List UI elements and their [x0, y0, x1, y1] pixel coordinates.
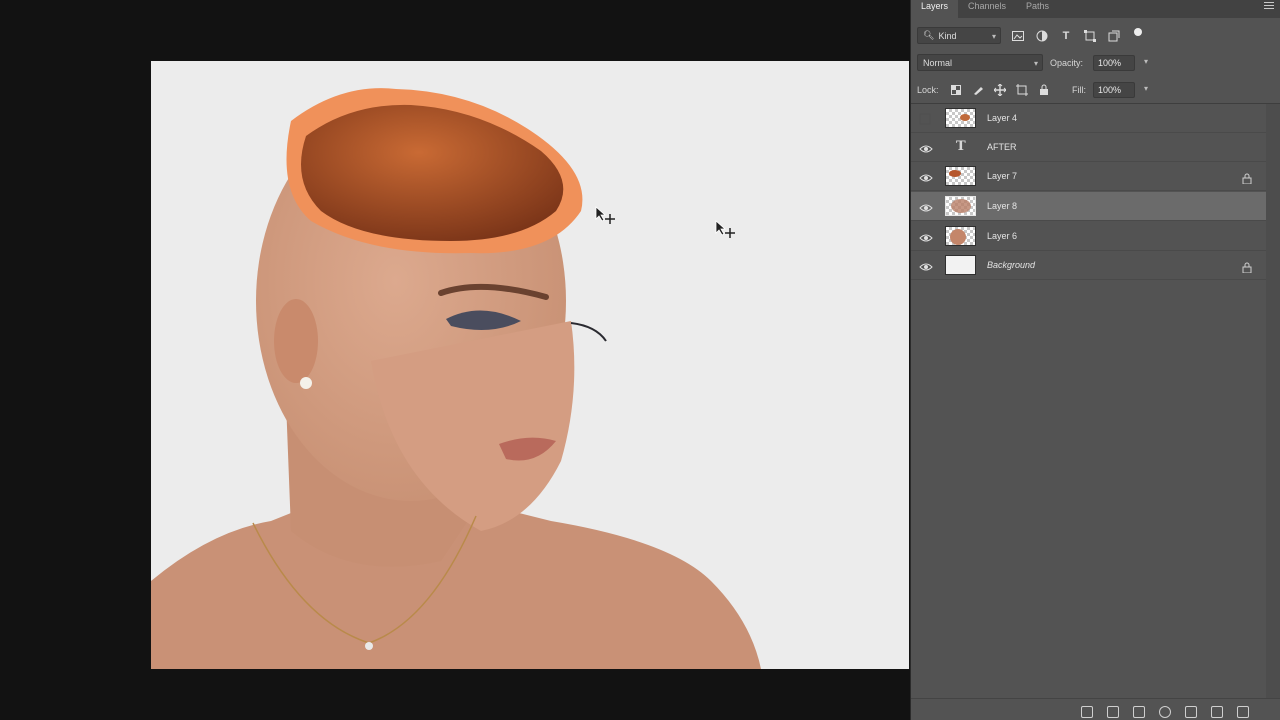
layers-panel: Layers Channels Paths 🔍︎ Kind ▾ T Normal… [910, 0, 1280, 720]
lock-transparent-pixels-icon[interactable] [949, 83, 963, 97]
layer-row-layer-8[interactable]: Layer 8 [911, 192, 1266, 221]
layer-row-layer-4[interactable]: Layer 4 [911, 104, 1266, 133]
lock-label: Lock: [917, 85, 939, 95]
document-workspace [0, 0, 910, 720]
canvas-artwork [151, 88, 761, 669]
blend-mode-dropdown[interactable]: Normal ▾ [917, 54, 1043, 71]
add-mask-icon[interactable] [1133, 706, 1145, 718]
lock-artboard-icon[interactable] [1015, 83, 1029, 97]
delete-layer-icon[interactable] [1237, 706, 1249, 718]
layer-name[interactable]: Background [987, 260, 1035, 270]
layer-thumbnail [945, 196, 976, 216]
layer-name[interactable]: Layer 8 [987, 201, 1017, 211]
move-cursor-icon [595, 206, 615, 224]
eye-icon[interactable] [919, 230, 933, 242]
panel-tab-bar: Layers Channels Paths [911, 0, 1280, 18]
panel-menu-icon[interactable] [1264, 2, 1274, 10]
layer-row-after[interactable]: T AFTER [911, 133, 1266, 162]
chevron-down-icon: ▾ [1033, 59, 1038, 68]
layer-name[interactable]: Layer 4 [987, 113, 1017, 123]
tab-paths[interactable]: Paths [1016, 0, 1059, 18]
filter-smart-object-icon[interactable] [1107, 29, 1121, 43]
layer-style-icon[interactable] [1107, 706, 1119, 718]
layers-panel-footer [911, 698, 1280, 720]
tab-layers[interactable]: Layers [911, 0, 959, 18]
layer-name[interactable]: Layer 6 [987, 231, 1017, 241]
filter-pixel-icon[interactable] [1011, 29, 1025, 43]
text-layer-icon: T [956, 139, 966, 154]
layer-name[interactable]: AFTER [987, 142, 1017, 152]
eye-icon[interactable] [919, 200, 933, 212]
layer-filter-row: 🔍︎ Kind ▾ T [911, 24, 1280, 48]
layers-scrollbar[interactable] [1266, 104, 1280, 704]
chevron-down-icon: ▾ [991, 32, 996, 41]
lock-image-pixels-icon[interactable] [971, 83, 985, 97]
layer-thumbnail [945, 226, 976, 246]
lock-row: Lock: Fill: 100% ▾ [911, 80, 1280, 104]
tab-channels[interactable]: Channels [958, 0, 1016, 18]
lock-position-icon[interactable] [993, 83, 1007, 97]
new-group-icon[interactable] [1185, 706, 1197, 718]
chevron-down-icon[interactable]: ▾ [1144, 84, 1148, 93]
fill-value: 100% [1098, 85, 1122, 95]
opacity-field[interactable]: 100% ▾ [1093, 55, 1148, 71]
opacity-label: Opacity: [1050, 58, 1084, 68]
lock-icon [1242, 171, 1252, 185]
lock-icon [1242, 260, 1252, 274]
filter-kind-label: Kind [938, 30, 957, 41]
new-adjustment-layer-icon[interactable] [1159, 706, 1171, 718]
blend-mode-value: Normal [923, 57, 953, 68]
layer-thumbnail [945, 255, 976, 275]
fill-field[interactable]: 100% ▾ [1093, 82, 1148, 98]
layer-row-layer-7[interactable]: Layer 7 [911, 162, 1266, 191]
layer-name[interactable]: Layer 7 [987, 171, 1017, 181]
document-canvas[interactable] [151, 61, 909, 669]
eye-icon[interactable] [919, 170, 933, 182]
ear-shape [274, 299, 318, 383]
layer-row-background[interactable]: Background [911, 251, 1266, 280]
earring-pearl [300, 377, 312, 389]
eye-icon[interactable] [919, 141, 933, 153]
opacity-value: 100% [1098, 58, 1122, 68]
link-layers-icon[interactable] [1081, 706, 1093, 718]
filter-adjustment-icon[interactable] [1035, 29, 1049, 43]
broken-shell-inside [301, 104, 564, 241]
filter-shape-icon[interactable] [1083, 29, 1097, 43]
fill-label: Fill: [1072, 85, 1086, 95]
filter-type-icon[interactable]: T [1059, 29, 1073, 43]
lock-all-icon[interactable] [1037, 83, 1051, 97]
chevron-down-icon[interactable]: ▾ [1144, 57, 1148, 66]
eye-icon[interactable] [919, 259, 933, 271]
visibility-toggle-hidden[interactable] [919, 112, 933, 125]
blend-row: Normal ▾ Opacity: 100% ▾ [911, 52, 1280, 74]
move-cursor-icon [715, 220, 735, 238]
new-layer-icon[interactable] [1211, 706, 1223, 718]
layer-row-layer-6[interactable]: Layer 6 [911, 222, 1266, 251]
layer-thumbnail [945, 166, 976, 186]
search-icon: 🔍︎ [923, 30, 935, 40]
layer-thumbnail [945, 108, 976, 128]
filter-kind-dropdown[interactable]: 🔍︎ Kind ▾ [917, 27, 1001, 44]
filter-toggle-icon[interactable] [1131, 25, 1145, 39]
